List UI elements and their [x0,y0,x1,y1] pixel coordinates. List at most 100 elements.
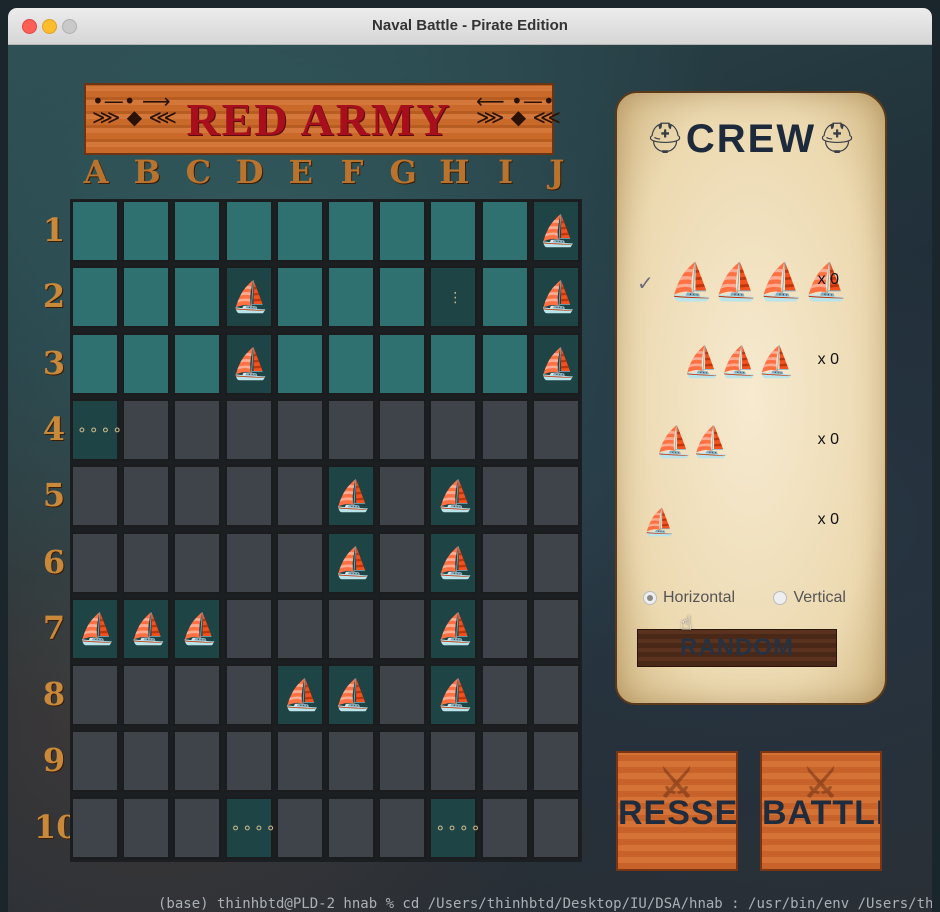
board-cell[interactable]: ⛵ [71,597,119,660]
board-cell[interactable] [224,465,273,528]
board-cell[interactable] [275,531,324,594]
board-cell[interactable] [378,465,427,528]
board-cell[interactable] [224,398,273,461]
board-cell[interactable]: ⛵ [275,664,324,727]
board-cell[interactable] [224,730,273,793]
board-cell[interactable]: ⛵ [327,531,375,594]
board-cell[interactable] [71,796,119,859]
board-cell[interactable] [122,266,171,329]
board-cell[interactable]: ⛵ [531,332,580,395]
board-cell[interactable]: ⛵ [531,200,580,262]
board-cell[interactable] [480,531,529,594]
board-cell[interactable] [122,796,171,859]
board-cell[interactable] [122,200,171,262]
board-cell[interactable] [275,266,324,329]
board-cell[interactable] [122,664,171,727]
board-cell[interactable] [531,730,580,793]
board-cell[interactable] [173,200,222,262]
board-cell[interactable] [480,332,529,395]
board-cell[interactable] [71,531,119,594]
board-cell[interactable] [378,597,427,660]
board-cell[interactable] [173,398,222,461]
board-cell[interactable] [173,266,222,329]
board-cell[interactable] [173,730,222,793]
board-cell[interactable] [480,266,529,329]
board-cell[interactable] [173,332,222,395]
board-cell[interactable] [71,200,119,262]
board-cell[interactable] [378,664,427,727]
board-cell[interactable]: ⚬⚬⚬⚬ [71,398,123,461]
board-cell[interactable] [480,200,529,262]
board-cell[interactable] [122,398,171,461]
board-cell[interactable] [480,796,529,859]
board-cell[interactable] [378,531,427,594]
board-cell[interactable] [327,398,375,461]
board-cell[interactable] [378,796,427,859]
board-cell[interactable] [531,796,580,859]
board-cell[interactable]: ⛵ [429,597,478,660]
board-cell[interactable] [378,332,427,395]
vertical-radio-dot[interactable] [773,590,788,605]
reset-button[interactable]: ⚔ RESSET [616,751,738,871]
crew-ship-option[interactable]: ⛵⛵⛵ x 0 [637,333,867,393]
board-cell[interactable] [71,266,119,329]
vertical-label[interactable]: Vertical [793,589,845,606]
board-cell[interactable] [327,332,375,395]
board-cell[interactable] [327,730,375,793]
battle-button[interactable]: ⚔ BATTLE [760,751,882,871]
board-cell[interactable] [224,664,273,727]
board-cell[interactable] [378,730,427,793]
board-cell[interactable]: ⋮ [429,266,478,329]
board-cell[interactable]: ⛵ [429,465,478,528]
board-cell[interactable] [378,266,427,329]
board-cell[interactable] [480,730,529,793]
crew-ship-option[interactable]: ✓ ⛵⛵⛵⛵ x 0 [637,253,867,313]
board-cell[interactable] [480,597,529,660]
board-cell[interactable] [327,266,375,329]
board-cell[interactable]: ⚬⚬⚬⚬ [429,796,481,859]
horizontal-radio[interactable]: Horizontal [643,589,735,606]
board-cell[interactable] [122,332,171,395]
board-cell[interactable] [480,398,529,461]
board-cell[interactable] [531,597,580,660]
board-cell[interactable] [122,465,171,528]
board-cell[interactable] [71,465,119,528]
board-cell[interactable] [224,531,273,594]
board-cell[interactable] [480,664,529,727]
board-cell[interactable]: ⛵ [327,465,375,528]
board-cell[interactable] [122,531,171,594]
board-cell[interactable]: ⛵ [327,664,375,727]
board-cell[interactable] [327,796,375,859]
random-button[interactable]: RANDOM [637,629,837,667]
board-cell[interactable] [275,200,324,262]
board-cell[interactable] [327,597,375,660]
board-cell[interactable] [173,465,222,528]
board-cell[interactable] [71,664,119,727]
board-cell[interactable]: ⛵ [531,266,580,329]
board-cell[interactable]: ⛵ [224,266,273,329]
board-cell[interactable] [429,332,478,395]
board-cell[interactable] [71,332,119,395]
board-cell[interactable] [429,730,478,793]
board-cell[interactable] [480,465,529,528]
vertical-radio[interactable]: Vertical [773,589,846,606]
board-cell[interactable] [173,796,222,859]
board-cell[interactable] [378,200,427,262]
horizontal-radio-dot[interactable] [643,590,657,605]
board-cell[interactable]: ⚬⚬⚬⚬ [224,796,277,859]
crew-ship-option[interactable]: ⛵⛵ x 0 [637,413,867,473]
board-cell[interactable] [429,398,478,461]
board-cell[interactable]: ⛵ [173,597,222,660]
board-cell[interactable] [327,200,375,262]
board-cell[interactable] [275,332,324,395]
board-cell[interactable] [275,465,324,528]
board-cell[interactable] [531,531,580,594]
board-cell[interactable] [275,730,324,793]
board-cell[interactable] [275,796,324,859]
board-cell[interactable] [173,664,222,727]
board-cell[interactable] [531,398,580,461]
board-cell[interactable] [275,597,324,660]
board-cell[interactable] [378,398,427,461]
board-cell[interactable] [275,398,324,461]
board-cell[interactable] [71,730,119,793]
